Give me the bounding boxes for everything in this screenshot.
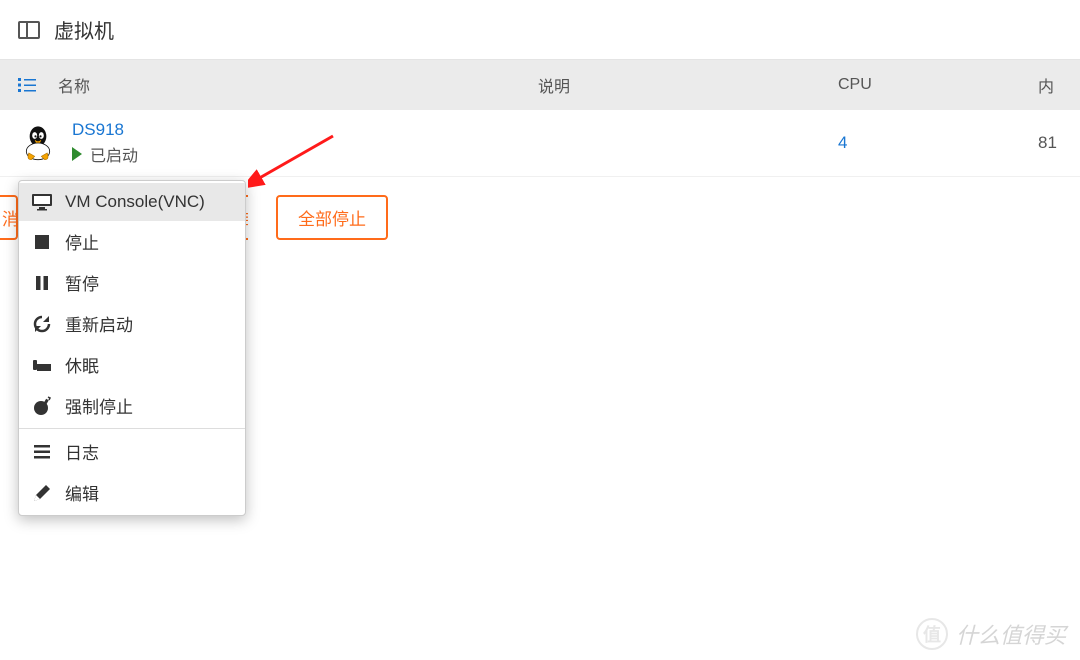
- vm-os-icon: [18, 123, 58, 163]
- menu-item-pause[interactable]: 暂停: [19, 262, 245, 303]
- list-view-icon[interactable]: [18, 78, 36, 92]
- menu-label: 暂停: [65, 270, 99, 295]
- vm-context-menu: VM Console(VNC) 停止 暂停 重新启动 休眠 强制停止 日志 编辑: [18, 180, 246, 516]
- vm-memory-cell: 81: [1038, 133, 1080, 153]
- menu-label: 重新启动: [65, 311, 133, 336]
- menu-label: 强制停止: [65, 393, 133, 418]
- menu-label: 日志: [65, 439, 99, 464]
- menu-item-edit[interactable]: 编辑: [19, 472, 245, 513]
- pause-icon: [31, 272, 53, 294]
- menu-divider: [19, 428, 245, 429]
- running-icon: [72, 147, 82, 161]
- bomb-icon: [31, 395, 53, 417]
- menu-item-vnc[interactable]: VM Console(VNC): [19, 183, 245, 221]
- menu-item-stop[interactable]: 停止: [19, 221, 245, 262]
- watermark-badge: 值: [916, 618, 948, 650]
- edit-icon: [31, 482, 53, 504]
- column-header-name[interactable]: 名称: [58, 73, 90, 97]
- watermark: 值 什么值得买: [916, 618, 1066, 650]
- vm-status-text: 已启动: [90, 142, 138, 166]
- vm-cpu-cell[interactable]: 4: [838, 133, 1038, 153]
- menu-item-force-stop[interactable]: 强制停止: [19, 385, 245, 426]
- menu-label: 编辑: [65, 480, 99, 505]
- column-header-desc[interactable]: 说明: [538, 73, 838, 97]
- watermark-text: 什么值得买: [956, 618, 1066, 650]
- menu-item-logs[interactable]: 日志: [19, 431, 245, 472]
- menu-item-hibernate[interactable]: 休眠: [19, 344, 245, 385]
- menu-label: 停止: [65, 229, 99, 254]
- column-header-cpu[interactable]: CPU: [838, 76, 1038, 94]
- table-header-row: 名称 说明 CPU 内: [0, 60, 1080, 110]
- stop-icon: [31, 231, 53, 253]
- sleep-icon: [31, 354, 53, 376]
- page-header: 虚拟机: [0, 0, 1080, 60]
- stop-all-button[interactable]: 全部停止: [276, 195, 388, 240]
- monitor-icon: [31, 191, 53, 213]
- logs-icon: [31, 441, 53, 463]
- menu-label: 休眠: [65, 352, 99, 377]
- menu-label: VM Console(VNC): [65, 192, 205, 212]
- panel-icon: [18, 21, 40, 39]
- column-header-memory[interactable]: 内: [1038, 73, 1080, 97]
- vm-name-link[interactable]: DS918: [72, 120, 138, 140]
- menu-item-restart[interactable]: 重新启动: [19, 303, 245, 344]
- table-row[interactable]: DS918 已启动 4 81: [0, 110, 1080, 177]
- restart-icon: [31, 313, 53, 335]
- button-partial-left[interactable]: 消: [0, 195, 18, 240]
- page-title: 虚拟机: [54, 15, 114, 44]
